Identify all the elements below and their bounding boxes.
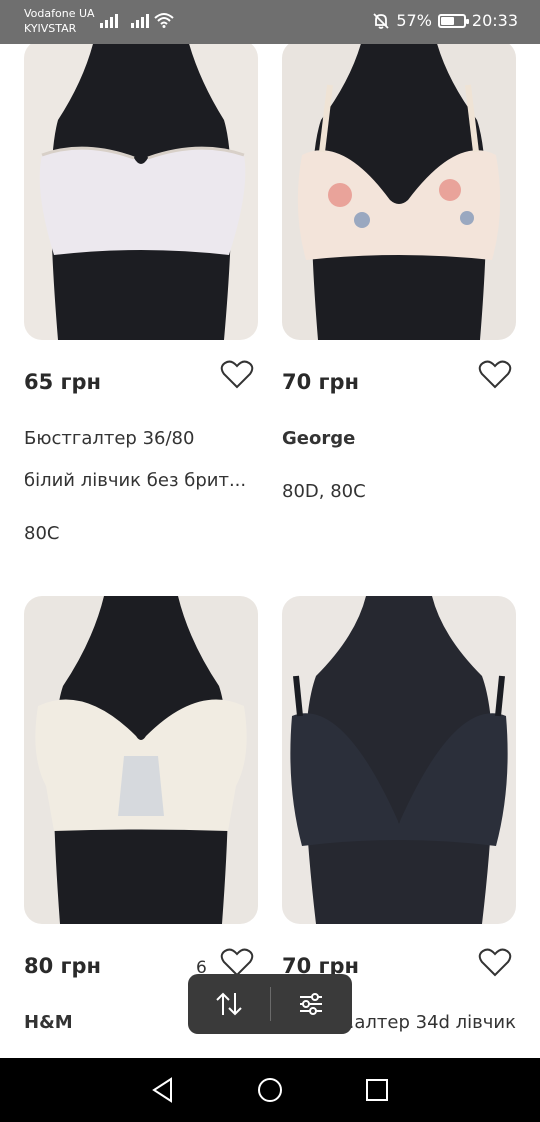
listing-size: 80D, 80C bbox=[282, 481, 366, 502]
muted-bell-icon bbox=[373, 12, 389, 29]
listing-price: 80 грн bbox=[24, 954, 102, 978]
bra-photo-image bbox=[24, 596, 258, 924]
listing-card[interactable]: 70 грн George 80D, 80C bbox=[282, 44, 516, 502]
listing-title-line-1: Бюстгалтер 36/80 bbox=[24, 428, 195, 449]
signal-icon bbox=[131, 12, 149, 28]
nav-recents-button[interactable] bbox=[361, 1074, 393, 1106]
listing-title[interactable]: George bbox=[282, 418, 516, 460]
filter-sliders-icon bbox=[300, 993, 323, 1015]
battery-icon bbox=[437, 13, 469, 28]
listing-card[interactable]: 80 грн 6 H&M bbox=[24, 596, 258, 1033]
listing-title[interactable]: Бюстгалтер 36/80 білий лівчик без брит..… bbox=[24, 418, 258, 502]
listing-photo[interactable] bbox=[282, 44, 516, 340]
status-right: 57% 20:33 bbox=[372, 11, 518, 30]
listing-photo[interactable] bbox=[24, 596, 258, 924]
listing-card[interactable]: 70 грн ...алтер 34d лівчик bbox=[282, 596, 516, 1033]
heart-outline-icon[interactable] bbox=[478, 360, 512, 390]
nav-home-icon bbox=[257, 1078, 282, 1102]
sort-filter-bar bbox=[188, 974, 352, 1034]
listing-size: 80C bbox=[24, 523, 60, 544]
heart-outline-icon[interactable] bbox=[478, 948, 512, 978]
listing-price: 65 грн bbox=[24, 370, 102, 394]
nav-recents-icon bbox=[365, 1079, 388, 1101]
wifi-icon bbox=[154, 13, 174, 28]
nav-home-button[interactable] bbox=[254, 1074, 286, 1106]
status-bar: Vodafone UA KYIVSTAR 57% 20:33 bbox=[0, 0, 540, 44]
battery-percent: 57% bbox=[396, 11, 432, 30]
listing-title-line-1: H&M bbox=[24, 1012, 73, 1033]
carrier-info: Vodafone UA KYIVSTAR bbox=[24, 6, 95, 36]
clock: 20:33 bbox=[471, 11, 518, 30]
listing-photo[interactable] bbox=[24, 44, 258, 340]
bra-photo-image bbox=[282, 596, 516, 924]
bra-photo-image bbox=[24, 44, 258, 340]
bra-photo-image bbox=[282, 44, 516, 340]
carrier-name-1: Vodafone UA bbox=[24, 7, 95, 20]
filter-button[interactable] bbox=[271, 974, 353, 1034]
nav-back-icon bbox=[152, 1077, 173, 1103]
listing-photo[interactable] bbox=[282, 596, 516, 924]
sort-arrows-icon bbox=[216, 992, 242, 1016]
listing-title-line-1: ...алтер 34d лівчик bbox=[337, 1012, 516, 1033]
sort-button[interactable] bbox=[188, 974, 270, 1034]
carrier-name-2: KYIVSTAR bbox=[24, 22, 77, 35]
listing-price: 70 грн bbox=[282, 370, 360, 394]
signal-icon bbox=[100, 12, 118, 28]
listing-card[interactable]: 65 грн Бюстгалтер 36/80 білий лівчик без… bbox=[24, 44, 258, 544]
listing-grid: 65 грн Бюстгалтер 36/80 білий лівчик без… bbox=[0, 44, 540, 1058]
nav-back-button[interactable] bbox=[147, 1074, 179, 1106]
listing-title-line-2: білий лівчик без брит... bbox=[24, 470, 247, 491]
listing-title-line-1: George bbox=[282, 428, 356, 449]
system-nav-bar bbox=[0, 1058, 540, 1122]
heart-outline-icon[interactable] bbox=[220, 360, 254, 390]
